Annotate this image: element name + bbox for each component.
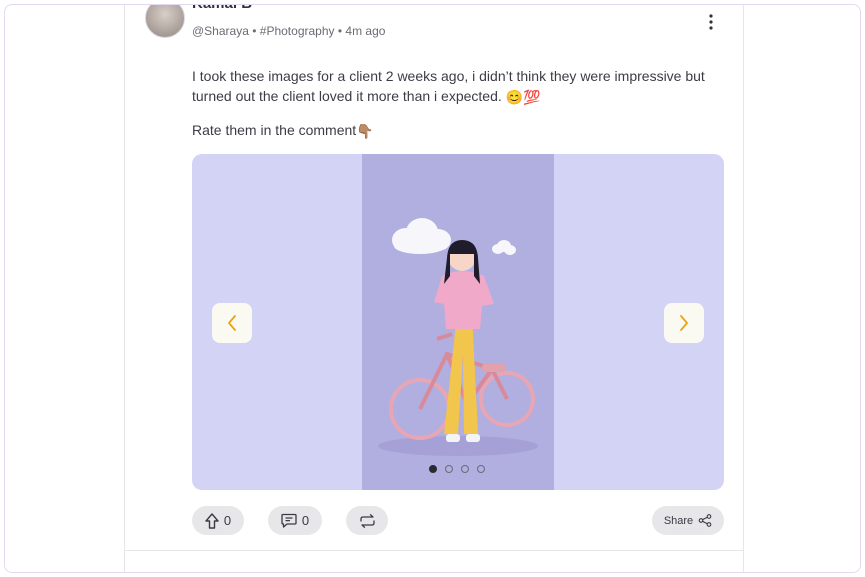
- carousel-dot[interactable]: [429, 465, 437, 473]
- meta-separator: •: [337, 24, 343, 38]
- share-label: Share: [663, 514, 694, 527]
- comment-count: 0: [301, 512, 310, 528]
- share-nodes-icon: [698, 514, 712, 527]
- carousel-image[interactable]: [362, 154, 554, 490]
- post-body-text: I took these images for a client 2 weeks…: [192, 68, 705, 104]
- carousel-prev-button[interactable]: [212, 303, 252, 343]
- carousel-next-button[interactable]: [664, 303, 704, 343]
- post-prompt: Rate them in the comment👇🏽: [192, 120, 374, 141]
- repost-button[interactable]: [346, 506, 388, 535]
- post-body-emoji: 😊💯: [505, 89, 541, 106]
- author-name[interactable]: Kamal B: [192, 5, 252, 12]
- kebab-menu-icon: [709, 14, 713, 30]
- post-actions: 0 0 Share: [192, 506, 724, 536]
- share-button[interactable]: Share: [652, 506, 724, 535]
- meta-separator: •: [252, 24, 257, 38]
- carousel-dots: [429, 465, 485, 473]
- repost-icon: [359, 513, 375, 528]
- comment-bubble-icon: [281, 513, 297, 528]
- chevron-left-icon: [228, 315, 236, 331]
- post-tag[interactable]: #Photography: [260, 24, 335, 38]
- app-frame: Kamal B @Sharaya • #Photography • 4m ago…: [4, 4, 861, 573]
- post-prompt-text: Rate them in the comment: [192, 122, 357, 138]
- post-divider: [125, 550, 743, 551]
- image-carousel[interactable]: [192, 154, 724, 490]
- upvote-button[interactable]: 0: [192, 506, 244, 535]
- feed-column: Kamal B @Sharaya • #Photography • 4m ago…: [124, 5, 744, 572]
- post-options-button[interactable]: [702, 11, 720, 33]
- post-time: 4m ago: [345, 24, 386, 38]
- upvote-count: 0: [223, 512, 232, 528]
- carousel-dot[interactable]: [461, 465, 469, 473]
- post-body: I took these images for a client 2 weeks…: [192, 66, 732, 107]
- carousel-dot[interactable]: [477, 465, 485, 473]
- post-prompt-emoji: 👇🏽: [356, 123, 374, 140]
- avatar[interactable]: [145, 5, 185, 38]
- post-meta: @Sharaya • #Photography • 4m ago: [192, 24, 385, 38]
- chevron-right-icon: [680, 315, 688, 331]
- upvote-arrow-icon: [205, 512, 219, 529]
- girl-with-bicycle-illustration: [362, 154, 554, 490]
- author-handle[interactable]: @Sharaya: [192, 24, 249, 38]
- comment-button[interactable]: 0: [268, 506, 322, 535]
- carousel-dot[interactable]: [445, 465, 453, 473]
